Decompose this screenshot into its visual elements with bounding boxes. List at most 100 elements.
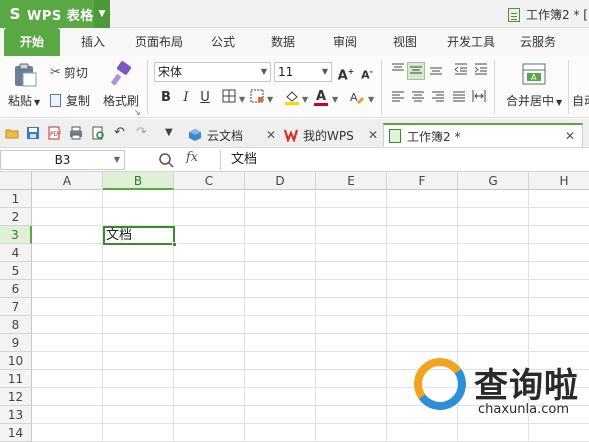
italic-button[interactable]: I	[177, 89, 195, 107]
font-size-combo[interactable]: 11 ▼	[274, 62, 332, 82]
increase-font-size-icon[interactable]: A+	[337, 63, 355, 83]
chevron-down-icon[interactable]: ▼	[332, 95, 338, 104]
decrease-font-size-icon[interactable]: A-	[358, 63, 376, 82]
merge-center-button[interactable]: 合并居中 ▼	[506, 92, 562, 109]
align-left-icon[interactable]	[389, 89, 407, 107]
doc-tab-cloud[interactable]: 云文档 ✕	[188, 123, 276, 147]
merge-center-icon[interactable]: A	[522, 62, 546, 86]
print-preview-icon[interactable]	[91, 126, 105, 140]
row-header-9[interactable]: 9	[0, 334, 32, 352]
paste-icon[interactable]	[12, 62, 38, 88]
save-icon[interactable]	[26, 126, 40, 140]
row-header-14[interactable]: 14	[0, 424, 32, 442]
insert-function-button[interactable]: fx	[186, 150, 198, 165]
clear-format-icon[interactable]: A	[348, 89, 366, 107]
row-header-5[interactable]: 5	[0, 262, 32, 280]
row-header-13[interactable]: 13	[0, 406, 32, 424]
tab-formulas[interactable]: 公式	[200, 28, 246, 56]
app-menu-button[interactable]: S WPS 表格 ▼	[0, 0, 110, 28]
decrease-indent-icon[interactable]	[452, 62, 470, 80]
bold-button[interactable]: B	[157, 89, 175, 107]
ribbon-separator	[568, 60, 569, 114]
column-header-h[interactable]: H	[529, 172, 589, 190]
gridline	[32, 333, 589, 334]
align-bottom-icon[interactable]	[427, 62, 445, 80]
chevron-down-icon[interactable]: ▼	[239, 95, 245, 104]
fill-handle[interactable]	[172, 242, 177, 247]
close-icon[interactable]: ✕	[368, 128, 378, 142]
svg-text:PDF: PDF	[50, 131, 61, 138]
row-header-10[interactable]: 10	[0, 352, 32, 370]
paste-button[interactable]: 粘贴 ▼	[8, 92, 40, 109]
row-header-8[interactable]: 8	[0, 316, 32, 334]
font-name-combo[interactable]: 宋体 ▼	[154, 62, 271, 82]
justify-icon[interactable]	[450, 89, 468, 107]
row-header-12[interactable]: 12	[0, 388, 32, 406]
distributed-align-icon[interactable]	[470, 89, 488, 107]
cell-style-icon[interactable]	[248, 89, 266, 107]
tab-cloud-service[interactable]: 云服务	[510, 28, 566, 56]
tab-data[interactable]: 数据	[260, 28, 306, 56]
document-title: 工作簿2 * [	[526, 8, 588, 22]
close-icon[interactable]: ✕	[565, 129, 575, 143]
column-header-b[interactable]: B	[103, 172, 174, 190]
column-header-f[interactable]: F	[387, 172, 458, 190]
select-all-corner[interactable]	[0, 172, 32, 190]
cut-button[interactable]: ✂ 剪切	[50, 64, 88, 81]
zoom-search-icon[interactable]	[158, 152, 174, 168]
chevron-down-icon[interactable]: ▼	[368, 95, 374, 104]
name-box-value: B3	[54, 153, 71, 167]
name-box[interactable]: B3 ▼	[0, 150, 125, 170]
chevron-down-icon: ▼	[321, 67, 328, 76]
column-header-d[interactable]: D	[245, 172, 316, 190]
align-center-icon[interactable]	[409, 89, 427, 107]
tab-view[interactable]: 视图	[382, 28, 428, 56]
borders-icon[interactable]	[220, 89, 238, 107]
tab-insert[interactable]: 插入	[70, 28, 116, 56]
print-icon[interactable]	[69, 126, 83, 140]
doc-tab-my-wps[interactable]: 我的WPS ✕	[283, 123, 380, 147]
chevron-down-icon[interactable]: ▼	[267, 95, 273, 104]
font-color-icon[interactable]: A	[312, 88, 330, 106]
menu-bar: 开始 插入 页面布局 公式 数据 审阅 视图 开发工具 云服务	[0, 28, 589, 56]
row-header-1[interactable]: 1	[0, 190, 32, 208]
chevron-down-icon[interactable]: ▼	[94, 0, 110, 28]
auto-wrap-button[interactable]: 自动	[572, 92, 589, 109]
formula-input[interactable]: 文档	[220, 150, 589, 170]
row-header-3[interactable]: 3	[0, 226, 32, 244]
chevron-down-icon: ▼	[113, 155, 120, 164]
tab-review[interactable]: 审阅	[322, 28, 368, 56]
close-icon[interactable]: ✕	[266, 128, 276, 142]
column-header-c[interactable]: C	[174, 172, 245, 190]
format-painter-icon[interactable]	[110, 61, 134, 87]
ribbon-separator	[494, 60, 495, 114]
row-header-11[interactable]: 11	[0, 370, 32, 388]
cell-b3[interactable]: 文档	[103, 226, 177, 247]
tab-home[interactable]: 开始	[4, 28, 60, 56]
clipboard-dialog-launcher-icon[interactable]: ↘	[134, 108, 141, 117]
redo-icon[interactable]: ↷	[136, 126, 150, 140]
open-folder-icon[interactable]	[5, 126, 19, 140]
customize-quick-access-icon[interactable]: ▼	[165, 126, 179, 140]
fill-color-icon[interactable]	[283, 89, 301, 107]
export-pdf-icon[interactable]: PDF	[47, 126, 62, 140]
align-right-icon[interactable]	[429, 89, 447, 107]
row-header-7[interactable]: 7	[0, 298, 32, 316]
tab-developer[interactable]: 开发工具	[440, 28, 502, 56]
tab-page-layout[interactable]: 页面布局	[128, 28, 190, 56]
chevron-down-icon[interactable]: ▼	[302, 95, 308, 104]
undo-icon[interactable]: ↶	[114, 126, 128, 140]
copy-button[interactable]: 复制	[50, 92, 90, 109]
format-painter-label[interactable]: 格式刷	[103, 92, 139, 109]
row-header-6[interactable]: 6	[0, 280, 32, 298]
align-middle-icon[interactable]	[407, 62, 425, 80]
column-header-a[interactable]: A	[32, 172, 103, 190]
row-header-2[interactable]: 2	[0, 208, 32, 226]
column-header-g[interactable]: G	[458, 172, 529, 190]
column-header-e[interactable]: E	[316, 172, 387, 190]
increase-indent-icon[interactable]	[472, 62, 490, 80]
underline-button[interactable]: U	[196, 89, 214, 107]
doc-tab-workbook2[interactable]: 工作簿2 * ✕	[383, 123, 583, 147]
align-top-icon[interactable]	[389, 62, 407, 80]
row-header-4[interactable]: 4	[0, 244, 32, 262]
